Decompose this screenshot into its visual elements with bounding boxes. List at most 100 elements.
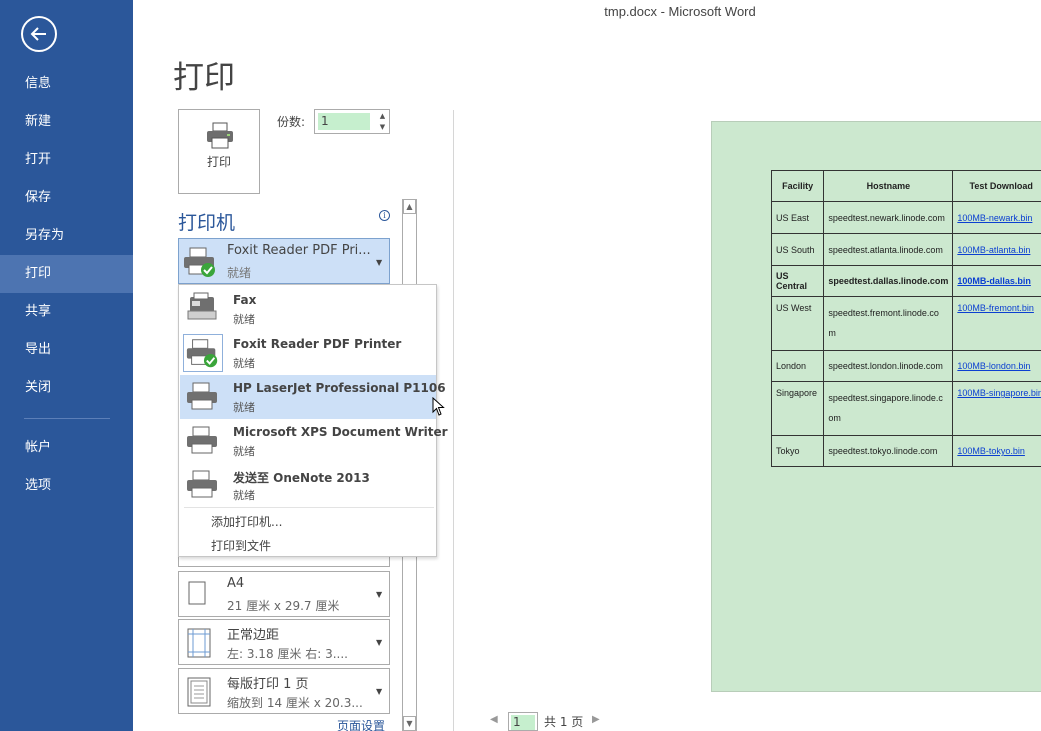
nav-new[interactable]: 新建 [0, 103, 133, 141]
page-number-value: 1 [511, 715, 535, 730]
nav-save-as[interactable]: 另存为 [0, 217, 133, 255]
nav-close[interactable]: 关闭 [0, 369, 133, 407]
print-to-file-option[interactable]: 打印到文件 [211, 537, 271, 554]
download-link: 100MB-newark.bin [957, 212, 1033, 223]
printer-icon [207, 122, 233, 149]
nav-options[interactable]: 选项 [0, 467, 133, 505]
add-printer-link[interactable]: 添加打印机... [211, 513, 282, 530]
print-button-label: 打印 [206, 155, 231, 169]
copies-label: 份数: [277, 115, 306, 129]
info-icon[interactable]: i [379, 210, 390, 221]
scroll-down-icon[interactable]: ▼ [403, 716, 416, 731]
download-link: 100MB-singapore.bin [957, 388, 1041, 398]
table-cell: speedtest.fremont.linode.co m [823, 296, 954, 351]
printer-default-icon [183, 334, 223, 372]
table-row: US East speedtest.newark.linode.com 100M… [770, 201, 1041, 234]
scroll-up-icon[interactable]: ▲ [403, 199, 416, 214]
page-setup-link[interactable]: 页面设置 [337, 717, 385, 731]
chevron-down-icon[interactable]: ▼ [376, 687, 382, 696]
next-page-icon[interactable]: ▶ [592, 714, 600, 725]
printer-selector[interactable]: Foxit Reader PDF Pri... 就绪 ▼ [178, 238, 390, 284]
table-cell: US East [770, 201, 825, 234]
margins-icon [187, 628, 211, 658]
printer-dropdown: Fax 就绪 Foxit Reader PDF Printer 就绪 HP La… [178, 284, 448, 557]
print-preview-page: Facility Hostname Test Download US East … [711, 121, 1041, 692]
pages-per-sheet-selector[interactable]: 每版打印 1 页 缩放到 14 厘米 x 20.3... ▼ [178, 668, 390, 714]
printer-option-status: 就绪 [233, 489, 255, 502]
table-cell: 100MB-singapore.bin [952, 381, 1041, 436]
page-number-input[interactable]: 1 [508, 712, 538, 731]
nav-print[interactable]: 打印 [0, 255, 133, 293]
table-cell: speedtest.singapore.linode.c om [823, 381, 954, 436]
panel-divider [453, 110, 454, 731]
hidden-setting-edge [178, 557, 390, 567]
nav-share[interactable]: 共享 [0, 293, 133, 331]
print-button[interactable]: 打印 [178, 109, 260, 194]
printer-option-name: Microsoft XPS Document Writer [233, 425, 448, 439]
nav-save[interactable]: 保存 [0, 179, 133, 217]
printer-default-icon [184, 247, 215, 277]
table-cell: speedtest.london.linode.com [823, 350, 954, 382]
printer-option-xps[interactable]: Microsoft XPS Document Writer 就绪 [180, 419, 448, 463]
nav-export[interactable]: 导出 [0, 331, 133, 369]
nav-open[interactable]: 打开 [0, 141, 133, 179]
paper-size-dimensions: 21 厘米 x 29.7 厘米 [227, 599, 340, 613]
chevron-down-icon[interactable]: ▼ [376, 258, 382, 267]
table-row: US West speedtest.fremont.linode.co m 10… [770, 296, 1041, 351]
table-cell: US Central [770, 265, 825, 297]
printer-option-foxit[interactable]: Foxit Reader PDF Printer 就绪 [180, 331, 436, 375]
table-header: Test Download [952, 170, 1041, 202]
previous-page-icon[interactable]: ◀ [490, 714, 498, 725]
paper-size-icon [188, 581, 206, 605]
pages-per-sheet-icon [187, 677, 211, 707]
printer-option-name: HP LaserJet Professional P1106 [233, 381, 446, 395]
table-cell: speedtest.tokyo.linode.com [823, 435, 954, 467]
page-total-label: 共 1 页 [544, 715, 584, 729]
table-cell: Singapore [770, 381, 825, 436]
nav-account[interactable]: 帐户 [0, 429, 133, 467]
table-cell: speedtest.atlanta.linode.com [823, 233, 954, 266]
printer-option-status: 就绪 [233, 357, 255, 370]
printer-option-fax[interactable]: Fax 就绪 [180, 287, 436, 331]
printer-heading: 打印机 [178, 212, 236, 234]
table-header: Hostname [823, 170, 954, 202]
page-title: 打印 [173, 60, 235, 96]
download-link: 100MB-london.bin [957, 361, 1031, 371]
printer-icon [187, 426, 217, 454]
nav-divider [24, 418, 110, 419]
copies-increment-icon[interactable]: ▲ [377, 111, 388, 121]
table-row: US Central speedtest.dallas.linode.com 1… [770, 265, 1041, 297]
printer-icon [187, 470, 217, 498]
printer-option-hp-laserjet[interactable]: HP LaserJet Professional P1106 就绪 [180, 375, 446, 419]
nav-info[interactable]: 信息 [0, 65, 133, 103]
paper-size-selector[interactable]: A4 21 厘米 x 29.7 厘米 ▼ [178, 571, 390, 617]
printer-option-name: Fax [233, 293, 257, 307]
table-cell: 100MB-dallas.bin [952, 265, 1041, 297]
copies-stepper[interactable]: 1 ▲ ▼ [314, 109, 390, 134]
printer-option-onenote[interactable]: 发送至 OneNote 2013 就绪 [180, 463, 436, 507]
download-link: 100MB-tokyo.bin [957, 446, 1025, 456]
window-title: tmp.docx - Microsoft Word [604, 4, 756, 19]
download-link: 100MB-atlanta.bin [957, 244, 1031, 255]
fax-icon [187, 292, 217, 320]
chevron-down-icon[interactable]: ▼ [376, 590, 382, 599]
selected-printer-name: Foxit Reader PDF Pri... [227, 243, 371, 258]
download-link: 100MB-fremont.bin [957, 303, 1034, 313]
pages-per-sheet-scale: 缩放到 14 厘米 x 20.3... [227, 696, 363, 710]
table-cell: 100MB-tokyo.bin [952, 435, 1041, 467]
pages-per-sheet-name: 每版打印 1 页 [227, 677, 309, 692]
printer-icon [187, 382, 217, 410]
margins-selector[interactable]: 正常边距 左: 3.18 厘米 右: 3.... ▼ [178, 619, 390, 665]
table-cell: speedtest.dallas.linode.com [823, 265, 954, 297]
chevron-down-icon[interactable]: ▼ [376, 638, 382, 647]
table-cell: London [770, 350, 825, 382]
table-header-row: Facility Hostname Test Download [770, 170, 1041, 202]
back-button[interactable] [21, 16, 57, 52]
table-cell: 100MB-london.bin [952, 350, 1041, 382]
table-cell: 100MB-fremont.bin [952, 296, 1041, 351]
copies-input[interactable]: 1 [318, 113, 370, 130]
table-header: Facility [770, 170, 825, 202]
download-link: 100MB-dallas.bin [957, 276, 1031, 286]
copies-decrement-icon[interactable]: ▼ [377, 122, 388, 132]
table-row: London speedtest.london.linode.com 100MB… [770, 350, 1041, 382]
